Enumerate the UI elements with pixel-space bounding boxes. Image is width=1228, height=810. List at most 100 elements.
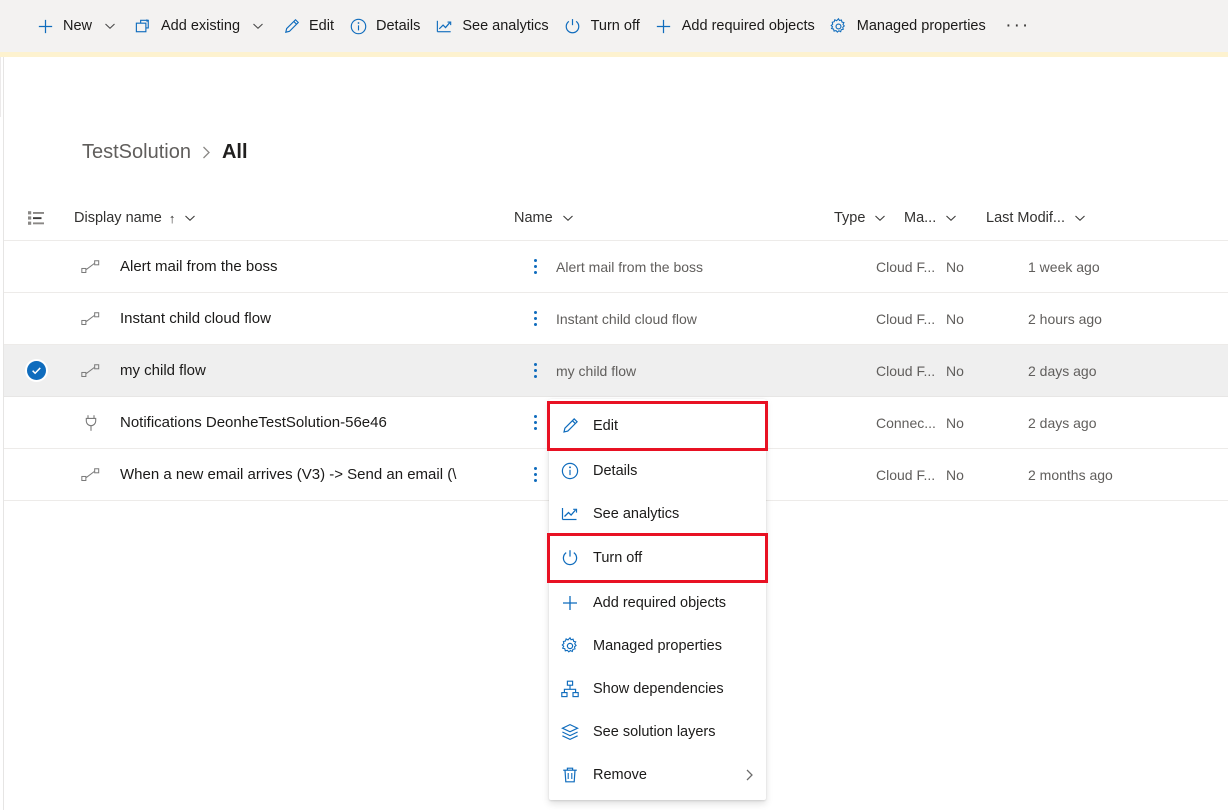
column-header-name[interactable]: Name [514, 196, 834, 240]
command-details[interactable]: Details [341, 6, 427, 46]
row-select-cell[interactable] [4, 361, 68, 380]
cell-managed: No [946, 363, 1028, 379]
command-new[interactable]: New [28, 6, 126, 46]
context-menu-item-show-dependencies-label: Show dependencies [593, 681, 724, 697]
command-turn-off-label: Turn off [591, 16, 640, 36]
command-overflow-button[interactable]: ··· [1001, 8, 1035, 44]
row-select-cell[interactable] [4, 413, 68, 432]
plus-icon [559, 592, 581, 614]
context-menu-item-edit[interactable]: Edit [549, 403, 766, 449]
cell-display-name: Alert mail from the boss [114, 258, 514, 275]
plus-icon [654, 16, 674, 36]
row-more-actions-button[interactable] [514, 363, 556, 378]
context-menu-item-see-solution-layers[interactable]: See solution layers [549, 710, 766, 753]
row-select-cell[interactable] [4, 465, 68, 484]
chevron-down-icon[interactable] [943, 210, 959, 226]
command-see-analytics[interactable]: See analytics [427, 6, 555, 46]
cloud-flow-icon [68, 466, 114, 484]
command-managed-properties-label: Managed properties [857, 16, 986, 36]
context-menu-item-add-required-objects[interactable]: Add required objects [549, 581, 766, 624]
power-icon [559, 547, 581, 569]
gear-icon [829, 16, 849, 36]
rows-list-icon[interactable] [4, 209, 68, 227]
context-menu-item-add-required-objects-label: Add required objects [593, 595, 726, 611]
command-turn-off[interactable]: Turn off [556, 6, 647, 46]
context-menu-item-show-dependencies[interactable]: Show dependencies [549, 667, 766, 710]
cell-last-modified: 2 days ago [1028, 363, 1188, 379]
chevron-right-icon[interactable] [743, 768, 756, 782]
analytics-icon [434, 16, 454, 36]
context-menu-item-edit-label: Edit [593, 418, 618, 434]
grid-header-row: Display name ↑ Name Type Ma... Las [4, 196, 1228, 241]
chevron-down-icon[interactable] [249, 17, 267, 35]
kebab-menu-icon [534, 311, 537, 326]
command-edit[interactable]: Edit [274, 6, 341, 46]
cell-display-name: When a new email arrives (V3) -> Send an… [114, 466, 514, 483]
context-menu-item-managed-properties-label: Managed properties [593, 638, 722, 654]
table-row[interactable]: Alert mail from the boss Alert mail from… [4, 241, 1228, 293]
column-header-last-modified-label: Last Modif... [986, 210, 1065, 226]
connection-reference-icon [68, 413, 114, 433]
command-new-label: New [63, 16, 92, 36]
cell-last-modified: 2 hours ago [1028, 311, 1188, 327]
dependencies-icon [559, 678, 581, 700]
cell-managed: No [946, 467, 1028, 483]
column-header-name-label: Name [514, 210, 553, 226]
info-icon [559, 460, 581, 482]
chevron-right-icon [200, 145, 213, 160]
context-menu-item-details[interactable]: Details [549, 449, 766, 492]
info-icon [348, 16, 368, 36]
row-more-actions-button[interactable] [514, 259, 556, 274]
left-rail-divider-upper [0, 57, 1, 117]
chevron-down-icon[interactable] [182, 210, 198, 226]
column-header-managed[interactable]: Ma... [904, 196, 986, 240]
command-add-existing[interactable]: Add existing [126, 6, 274, 46]
cell-type: Cloud F... [876, 467, 946, 483]
cell-managed: No [946, 311, 1028, 327]
breadcrumb-root[interactable]: TestSolution [82, 138, 191, 166]
table-row[interactable]: Instant child cloud flow Instant child c… [4, 293, 1228, 345]
chevron-down-icon[interactable] [101, 17, 119, 35]
kebab-menu-icon [534, 415, 537, 430]
column-header-display-name[interactable]: Display name ↑ [68, 196, 514, 240]
context-menu-item-turn-off-label: Turn off [593, 550, 642, 566]
breadcrumb: TestSolution All [82, 136, 248, 168]
breadcrumb-current: All [222, 138, 248, 166]
column-header-type[interactable]: Type [834, 196, 904, 240]
context-menu-item-see-analytics-label: See analytics [593, 506, 679, 522]
trash-icon [559, 764, 581, 786]
chevron-down-icon[interactable] [560, 210, 576, 226]
cell-name: Alert mail from the boss [556, 259, 876, 275]
cell-managed: No [946, 259, 1028, 275]
row-select-cell[interactable] [4, 309, 68, 328]
context-menu-item-remove-label: Remove [593, 767, 647, 783]
context-menu-item-see-analytics[interactable]: See analytics [549, 492, 766, 535]
context-menu-item-see-solution-layers-label: See solution layers [593, 724, 716, 740]
context-menu-item-remove[interactable]: Remove [549, 753, 766, 796]
kebab-menu-icon [534, 467, 537, 482]
context-menu-item-managed-properties[interactable]: Managed properties [549, 624, 766, 667]
command-add-required-objects[interactable]: Add required objects [647, 6, 822, 46]
row-checkbox-checked-icon[interactable] [27, 361, 46, 380]
column-header-managed-label: Ma... [904, 210, 936, 226]
cell-display-name: Notifications DeonheTestSolution-56e46 [114, 414, 514, 431]
command-edit-label: Edit [309, 16, 334, 36]
command-managed-properties[interactable]: Managed properties [822, 6, 993, 46]
row-select-cell[interactable] [4, 257, 68, 276]
context-menu-item-turn-off[interactable]: Turn off [549, 535, 766, 581]
command-bar-accent-strip [0, 52, 1228, 57]
cell-last-modified: 2 days ago [1028, 415, 1188, 431]
pencil-icon [281, 16, 301, 36]
layers-icon [559, 721, 581, 743]
table-row-selected[interactable]: my child flow my child flow Cloud F... N… [4, 345, 1228, 397]
cell-last-modified: 1 week ago [1028, 259, 1188, 275]
chevron-down-icon[interactable] [1072, 210, 1088, 226]
row-more-actions-button[interactable] [514, 311, 556, 326]
command-bar: New Add existing Edit [0, 0, 1228, 52]
cell-last-modified: 2 months ago [1028, 467, 1188, 483]
row-context-menu: Edit Details See analytics [549, 399, 766, 800]
column-header-last-modified[interactable]: Last Modif... [986, 196, 1146, 240]
add-existing-icon [133, 16, 153, 36]
chevron-down-icon[interactable] [872, 210, 888, 226]
cell-type: Connec... [876, 415, 946, 431]
